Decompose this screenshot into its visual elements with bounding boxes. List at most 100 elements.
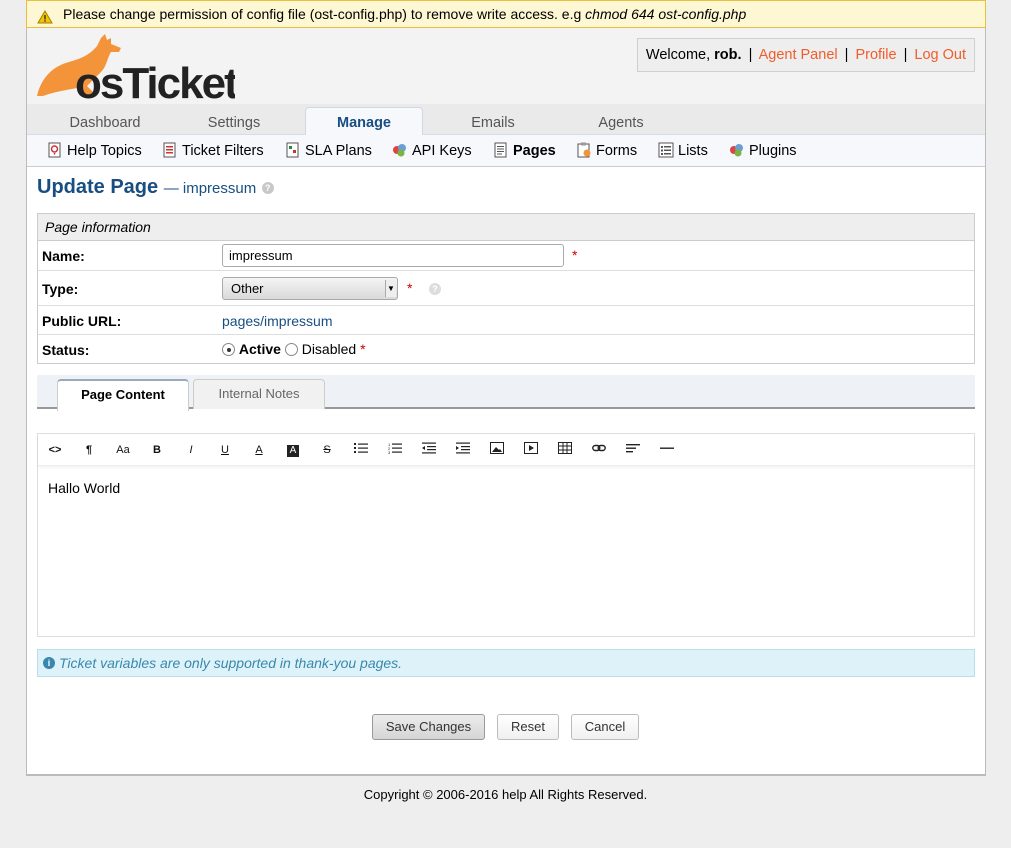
tab-agents[interactable]: Agents [575,111,667,135]
subnav-help-topics[interactable]: Help Topics [47,142,142,160]
warning-command: chmod 644 ost-config.php [585,6,747,22]
status-disabled-radio[interactable] [284,343,298,356]
html-icon[interactable]: <> [45,442,65,458]
subnav-plugins[interactable]: Plugins [729,142,797,160]
status-disabled-label: Disabled [301,341,357,357]
table-icon[interactable] [555,442,575,458]
section-header: Page information [38,214,974,241]
subnav-label: Lists [678,143,708,159]
tab-emails[interactable]: Emails [447,111,539,135]
info-icon: i [43,657,55,669]
warning-text: Please change permission of config file … [63,6,586,22]
agent-panel-link[interactable]: Agent Panel [759,47,838,63]
underline-icon[interactable]: U [215,442,235,458]
ost-logo[interactable]: osTicket [35,32,241,108]
editor-toolbar: <> ¶ Aa B I U A A S 123 [38,434,974,466]
subnav-lists[interactable]: Lists [658,142,708,160]
subnav-label: API Keys [412,143,472,159]
link-icon[interactable] [589,442,609,458]
separator: | [748,47,753,63]
status-row: Status: Active Disabled * [38,335,974,363]
pages-icon [494,142,507,158]
subnav-label: Forms [596,143,638,159]
align-icon[interactable] [623,442,643,458]
header: osTicket Welcome, rob. | Agent Panel | P… [27,28,985,108]
video-icon[interactable] [521,442,541,458]
subnav-ticket-filters[interactable]: Ticket Filters [162,142,264,160]
sub-nav: Help Topics Ticket Filters SLA Plans API… [27,135,985,167]
back-color-icon[interactable]: A [283,442,303,458]
main-nav: Dashboard Settings Manage Emails Agents [27,104,985,136]
user-name: rob [714,47,738,63]
logo-text: osTicket [75,59,235,100]
required-marker: * [572,247,578,263]
lists-icon [658,142,674,158]
page-title: Update Page — impressum ? [37,176,274,199]
ordered-list-icon[interactable]: 123 [385,442,405,458]
user-name-suffix: . [737,47,742,63]
tab-manage[interactable]: Manage [305,107,423,136]
svg-text:3: 3 [388,450,391,454]
type-select[interactable]: Other ▼ [222,277,398,300]
help-topics-icon [48,142,61,158]
sla-plans-icon [286,142,299,158]
url-row: Public URL: pages/impressum [38,306,974,335]
public-url-link[interactable]: pages/impressum [222,313,333,329]
main-container: osTicket Welcome, rob. | Agent Panel | P… [26,28,986,776]
separator: | [844,47,849,63]
subnav-label: Pages [513,143,556,159]
font-size-icon[interactable]: Aa [113,442,133,458]
tab-settings[interactable]: Settings [183,111,285,135]
type-label: Type: [42,281,79,297]
reset-button[interactable]: Reset [497,714,559,740]
subnav-label: Plugins [749,143,797,159]
ticket-filters-icon [163,142,176,158]
content-tabs: Page Content Internal Notes [37,375,975,411]
profile-link[interactable]: Profile [855,47,896,63]
subnav-forms[interactable]: Forms [576,142,637,160]
subnav-api-keys[interactable]: API Keys [392,142,472,160]
italic-icon[interactable]: I [181,442,201,458]
api-keys-icon [393,144,406,157]
outdent-icon[interactable] [419,442,439,458]
required-marker: * [360,341,366,357]
status-active-label: Active [238,341,281,357]
user-box: Welcome, rob. | Agent Panel | Profile | … [636,38,975,72]
unordered-list-icon[interactable] [351,442,371,458]
subnav-sla-plans[interactable]: SLA Plans [285,142,372,160]
required-marker: * [407,280,413,296]
font-color-icon[interactable]: A [249,442,269,458]
url-label: Public URL: [42,313,122,329]
name-row: Name: impressum * [38,241,974,271]
forms-icon [577,142,591,158]
paragraph-icon[interactable]: ¶ [79,442,99,458]
status-label: Status: [42,342,90,358]
status-active-radio[interactable] [222,343,235,356]
tab-internal-notes[interactable]: Internal Notes [193,379,325,409]
type-select-value: Other [231,281,264,296]
name-input[interactable]: impressum [222,244,564,267]
tab-page-content[interactable]: Page Content [57,379,189,411]
horizontal-rule-icon[interactable] [657,442,677,458]
subnav-label: SLA Plans [305,143,372,159]
bold-icon[interactable]: B [147,442,167,458]
cancel-button[interactable]: Cancel [571,714,639,740]
subnav-pages[interactable]: Pages [493,142,556,160]
page-subtitle: — impressum [163,180,257,197]
config-warning-banner: Please change permission of config file … [26,0,986,28]
name-label: Name: [42,248,85,264]
help-icon[interactable]: ? [429,283,441,295]
subnav-label: Ticket Filters [182,143,264,159]
page-info-form: Page information Name: impressum * Type:… [37,213,975,364]
help-icon[interactable]: ? [261,182,274,194]
logout-link[interactable]: Log Out [914,47,966,63]
indent-icon[interactable] [453,442,473,458]
editor-body[interactable]: Hallo World [48,480,120,496]
strikethrough-icon[interactable]: S [317,442,337,458]
save-changes-button[interactable]: Save Changes [372,714,485,740]
chevron-down-icon: ▼ [385,280,396,297]
tab-dashboard[interactable]: Dashboard [51,111,159,135]
image-icon[interactable] [487,442,507,458]
info-notice: i Ticket variables are only supported in… [37,649,975,677]
separator: | [903,47,908,63]
